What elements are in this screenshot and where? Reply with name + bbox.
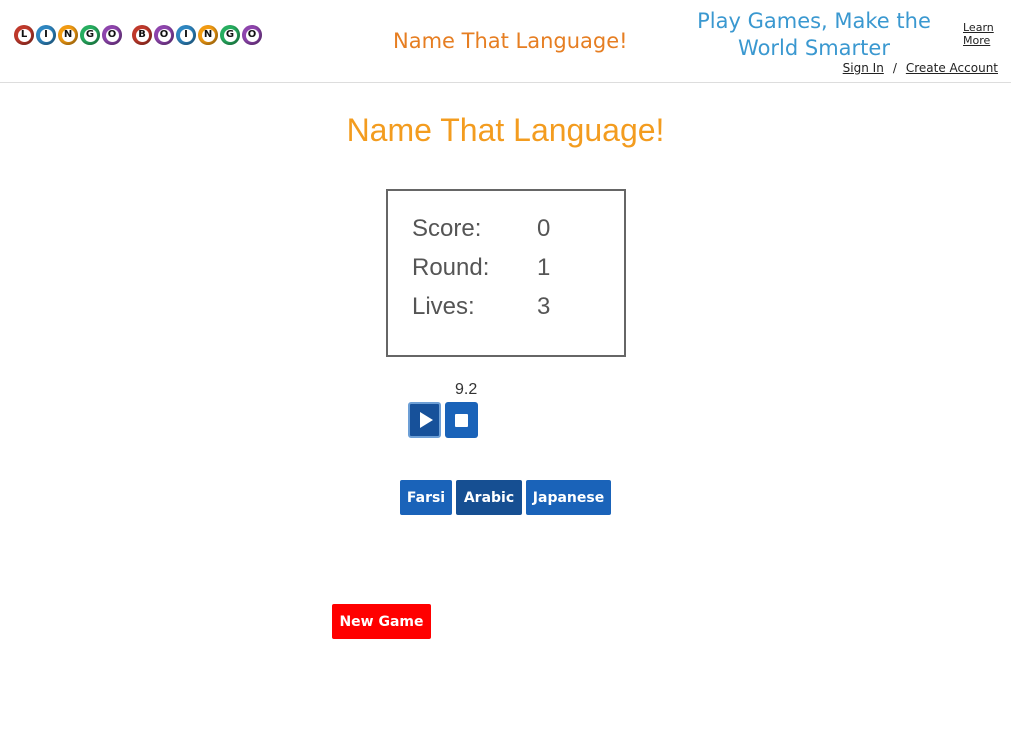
logo-ball-letter: G <box>223 28 237 42</box>
logo-ball-letter: I <box>179 28 193 42</box>
play-button[interactable] <box>408 402 441 438</box>
logo-ball-letter: O <box>157 28 171 42</box>
score-label: Score: <box>412 215 482 242</box>
logo-ball: N <box>58 25 78 45</box>
logo-word-boingo: BOINGO <box>132 25 264 45</box>
page-title: Name That Language! <box>346 112 665 148</box>
logo-ball-letter: O <box>245 28 259 42</box>
link-separator: / <box>892 61 897 75</box>
stop-button[interactable] <box>445 402 478 438</box>
logo-ball: G <box>220 25 240 45</box>
logo-ball: I <box>36 25 56 45</box>
lingo-boingo-logo[interactable]: LINGO BOINGO <box>14 25 272 45</box>
lives-value: 3 <box>537 293 551 320</box>
logo-ball: O <box>154 25 174 45</box>
logo-ball-letter: N <box>61 28 75 42</box>
logo-ball-letter: I <box>39 28 53 42</box>
header-title: Name That Language! <box>393 29 628 53</box>
audio-timer: 9.2 <box>455 381 478 398</box>
site-header: LINGO BOINGO Name That Language! Play Ga… <box>0 0 1011 83</box>
play-icon <box>419 412 433 428</box>
create-account-link[interactable]: Create Account <box>906 61 998 75</box>
score-value: 0 <box>537 215 551 242</box>
logo-ball-letter: B <box>135 28 149 42</box>
account-links: Sign In / Create Account <box>843 61 998 75</box>
sign-in-link[interactable]: Sign In <box>843 61 884 75</box>
logo-ball: G <box>80 25 100 45</box>
logo-word-lingo: LINGO <box>14 25 124 45</box>
choice-button-japanese[interactable]: Japanese <box>526 480 611 515</box>
new-game-button[interactable]: New Game <box>332 604 431 639</box>
tagline: Play Games, Make the World Smarter <box>697 9 931 60</box>
round-label: Round: <box>412 254 490 281</box>
logo-ball: O <box>102 25 122 45</box>
logo-ball: B <box>132 25 152 45</box>
logo-ball: O <box>242 25 262 45</box>
logo-ball: I <box>176 25 196 45</box>
logo-ball-letter: O <box>105 28 119 42</box>
learn-more-link[interactable]: Learn More <box>963 21 995 47</box>
stats-panel: Score: 0 Round: 1 Lives: 3 <box>386 189 626 357</box>
round-value: 1 <box>537 254 551 281</box>
choice-button-arabic[interactable]: Arabic <box>456 480 522 515</box>
logo-ball-letter: G <box>83 28 97 42</box>
lives-label: Lives: <box>412 293 475 320</box>
choice-button-farsi[interactable]: Farsi <box>400 480 452 515</box>
logo-ball-letter: N <box>201 28 215 42</box>
logo-ball: L <box>14 25 34 45</box>
logo-ball: N <box>198 25 218 45</box>
stop-icon <box>455 413 468 427</box>
logo-ball-letter: L <box>17 28 31 42</box>
